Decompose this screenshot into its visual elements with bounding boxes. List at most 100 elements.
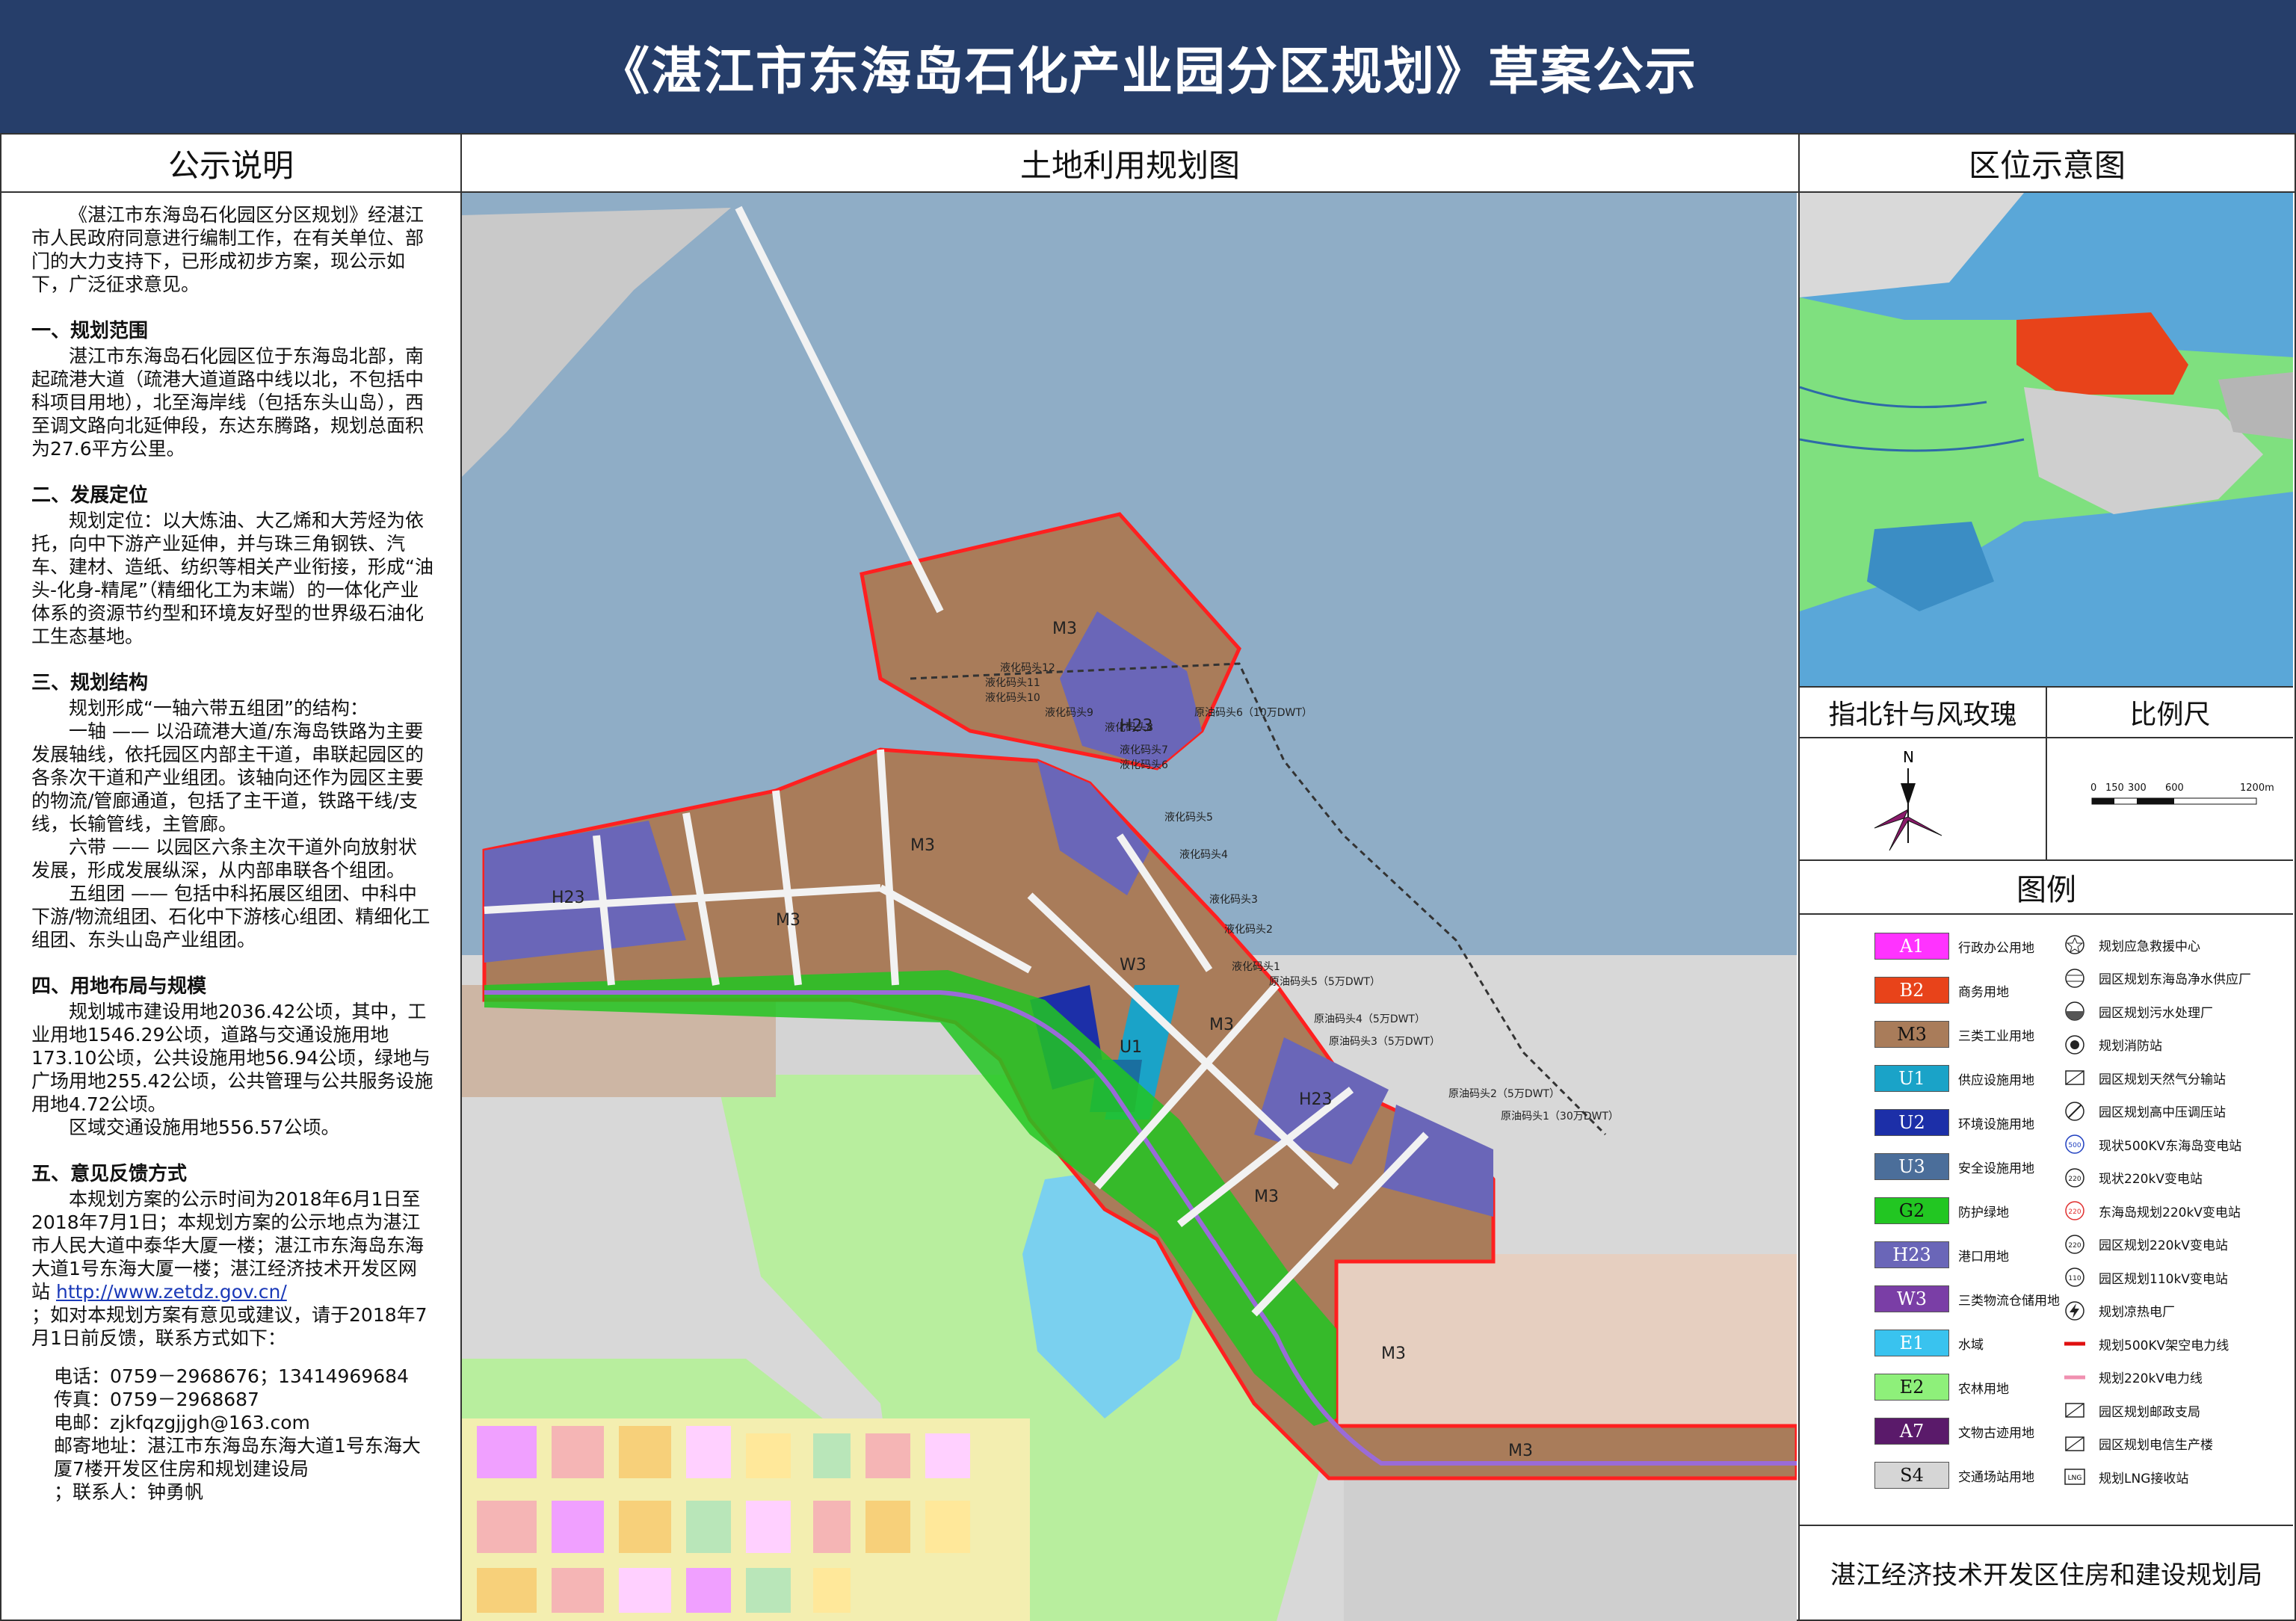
legend-swatch: A7 [1874,1418,1949,1445]
legend-landuse-u1: U1 供应设施用地 [1874,1063,2034,1093]
notice-text: 《湛江市东海岛石化园区分区规划》经湛江市人民政府同意进行编制工作，在有关单位、部… [31,203,435,1504]
legend-landuse-m3: M3 三类工业用地 [1874,1019,2034,1049]
location-map-svg [1800,193,2293,686]
legend-label: 规划500KV架空电力线 [2099,1338,2229,1353]
legend-landuse-a1: A1 行政办公用地 [1874,931,2034,961]
legend-symbol-icon: 220 [2061,1199,2088,1222]
legend-label: 现状220kV变电站 [2099,1172,2203,1187]
section-body: 规划定位：以大炼油、大乙烯和大芳烃为依托，向中下游产业延伸，并与珠三角钢铁、汽车… [31,510,433,647]
contact-email: 电邮：zjkfqzgjjgh@163.com [54,1412,310,1433]
svg-text:原油码头5（5万DWT）: 原油码头5（5万DWT） [1269,976,1380,988]
legend-facility: 园区规划邮政支局 [2061,1395,2200,1425]
legend-label: 环境设施用地 [1958,1117,2034,1132]
legend-label: 行政办公用地 [1958,940,2034,956]
legend-symbol-icon [2061,1066,2088,1089]
legend-landuse-s4: S4 交通场站用地 [1874,1460,2034,1490]
contact-person: ；联系人：钟勇帆 [54,1481,204,1503]
compass-scale-row: N 0 150 300 600 1200m [1800,738,2293,861]
legend-facility: 规划500KV架空电力线 [2061,1329,2229,1359]
legend-swatch: S4 [1874,1462,1949,1489]
svg-text:原油码头4（5万DWT）: 原油码头4（5万DWT） [1314,1013,1425,1025]
legend-symbol-icon: 220 [2061,1167,2088,1189]
svg-text:220: 220 [2068,1242,2081,1250]
legend-landuse-w3: W3 三类物流仓储用地 [1874,1284,2060,1314]
legend-swatch: U2 [1874,1109,1949,1136]
legend-symbol-icon: 500 [2061,1133,2088,1155]
legend-facility: 园区规划电信生产楼 [2061,1429,2213,1459]
legend-symbol-icon: 220 [2061,1233,2088,1256]
svg-text:液化码头7: 液化码头7 [1120,744,1168,756]
legend-landuse-b2: B2 商务用地 [1874,975,2009,1005]
legend-symbol-icon: 110 [2061,1266,2088,1288]
legend-swatch: E1 [1874,1330,1949,1356]
legend-label: 规划220kV电力线 [2099,1371,2203,1386]
page-title: 《湛江市东海岛石化产业园分区规划》草案公示 [598,41,1697,102]
legend-landuse-h23: H23 港口用地 [1874,1240,2009,1270]
legend-swatch: U1 [1874,1065,1949,1092]
location-map[interactable] [1800,193,2293,688]
legend-symbol-icon [2061,1366,2088,1389]
section-body: 规划城市建设用地2036.42公顷，其中，工业用地1546.29公顷，道路与交通… [31,1001,433,1115]
legend-symbol-icon [2061,1399,2088,1421]
legend-label: 文物古迹用地 [1958,1425,2034,1441]
svg-text:液化码头1: 液化码头1 [1232,961,1280,973]
scale-cell: 0 150 300 600 1200m [2047,738,2293,859]
legend-landuse-e2: E2 农林用地 [1874,1372,2009,1402]
svg-text:液化码头10: 液化码头10 [985,692,1040,704]
zone-label: M3 [910,836,935,855]
svg-text:液化码头5: 液化码头5 [1164,812,1213,824]
svg-text:液化码头11: 液化码头11 [985,677,1040,689]
legend-symbol-icon [2061,1034,2088,1056]
legend-label: 园区规划220kV变电站 [2099,1238,2228,1253]
legend-label: 园区规划天然气分输站 [2099,1072,2226,1087]
se-urban [1344,1471,1797,1621]
scale-bar: 0 150 300 600 1200m [2090,782,2274,805]
legend-label: 园区规划高中压调压站 [2099,1105,2226,1120]
zone-label: W3 [1120,956,1147,975]
svg-text:液化码头4: 液化码头4 [1179,849,1228,861]
legend-swatch: G2 [1874,1197,1949,1224]
side-panel: 区位示意图 指北针与风玫瑰 比例尺 N 0 150 300 600 1200m … [1800,133,2296,1621]
svg-text:液化码头9: 液化码头9 [1045,707,1093,719]
legend-label: 规划凉热电厂 [2099,1305,2175,1320]
section-title: 二、发展定位 [31,484,149,507]
notice-intro: 《湛江市东海岛石化园区分区规划》经湛江市人民政府同意进行编制工作，在有关单位、部… [31,204,425,295]
legend: A1 行政办公用地 B2 商务用地 M3 三类工业用地 U1 供应设施用地 U2 环境设施用地 U3… [1800,915,2293,1528]
section-body: 湛江市东海岛石化园区位于东海岛北部，南起疏港大道（疏港大道道路中线以北，不包括中… [31,345,425,460]
legend-symbol-icon [2061,1100,2088,1123]
zone-label: M3 [776,911,800,930]
land-use-map[interactable]: M3 M3 M3 H23 H23 H23 M3 M3 M3 W3 U1 M3 液… [462,193,1797,1621]
contact-address: 邮寄地址：湛江市东海岛东海大道1号东海大厦7楼开发区住房和规划建设局 [54,1435,421,1480]
section-title: 四、用地布局与规模 [31,975,207,998]
legend-facility: 500 现状500KV东海岛变电站 [2061,1129,2241,1159]
svg-text:600: 600 [2165,782,2184,794]
legend-facility: 园区规划污水处理厂 [2061,996,2213,1026]
legend-symbol-icon: LNG [2061,1466,2088,1488]
legend-label: 商务用地 [1958,984,2009,1000]
svg-text:原油码头2（5万DWT）: 原油码头2（5万DWT） [1448,1088,1560,1100]
legend-label: 港口用地 [1958,1249,2009,1265]
legend-label: 规划应急救援中心 [2099,939,2200,954]
legend-symbol-icon [2061,933,2088,956]
notice-panel: 公示说明 《湛江市东海岛石化园区分区规划》经湛江市人民政府同意进行编制工作，在有… [0,133,462,1621]
legend-swatch: M3 [1874,1021,1949,1048]
legend-symbol-icon [2061,967,2088,989]
reserve-area [1336,1254,1797,1433]
zone-label: M3 [1052,620,1077,638]
scale-heading: 比例尺 [2129,700,2211,730]
zone-label: M3 [1254,1188,1279,1206]
notice-heading: 公示说明 [1,135,460,193]
legend-landuse-e1: E1 水域 [1874,1328,1984,1358]
legend-label: 三类工业用地 [1958,1028,2034,1044]
svg-text:LNG: LNG [2068,1475,2082,1482]
legend-facility: 规划凉热电厂 [2061,1296,2175,1326]
legend-symbol-icon [2061,1333,2088,1355]
sub-heading-row: 指北针与风玫瑰 比例尺 [1800,688,2293,738]
svg-text:0: 0 [2090,782,2096,794]
legend-facility: 规划消防站 [2061,1030,2162,1060]
section-body: 五组团 —— 包括中科拓展区组团、中科中下游/物流组团、石化中下游核心组团、精细… [31,883,430,951]
legend-swatch: B2 [1874,977,1949,1004]
website-link[interactable]: http://www.zetdz.gov.cn/ [56,1281,287,1303]
svg-text:原油码头6（10万DWT）: 原油码头6（10万DWT） [1194,707,1312,719]
legend-symbol-icon [2061,1300,2088,1322]
